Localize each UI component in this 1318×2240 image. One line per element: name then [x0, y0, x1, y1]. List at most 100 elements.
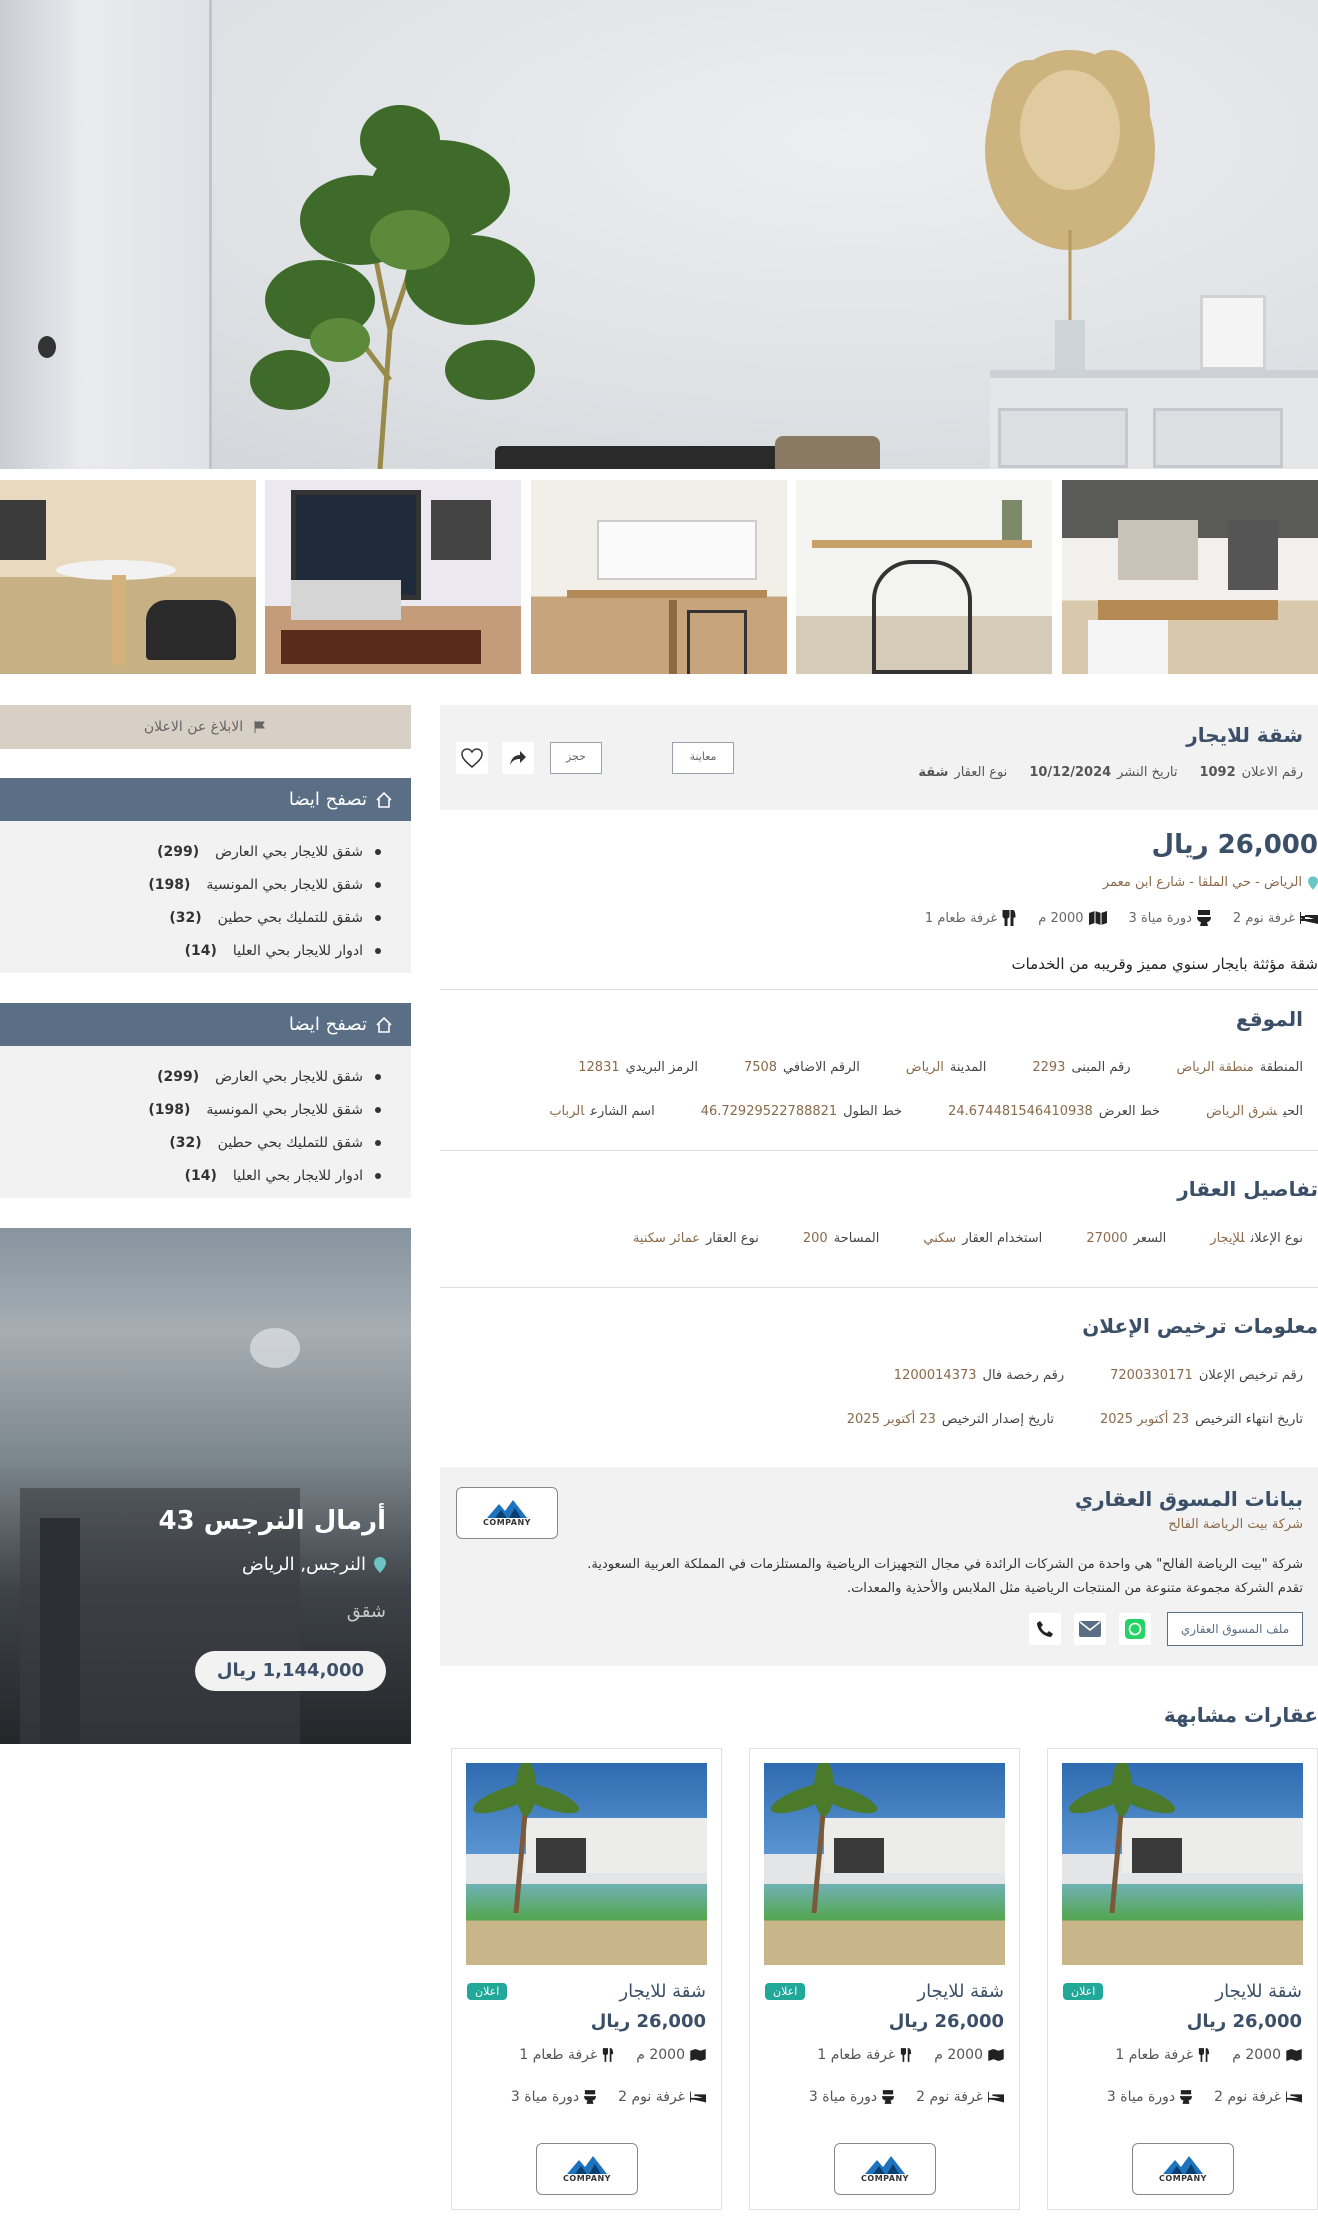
similar-card-price: 26,000 ريال: [888, 2011, 1004, 2032]
listing-header: شقة للايجار رقم الاعلان 1092 تاريخ النشر 1…: [440, 705, 1318, 810]
marketer-profile-button[interactable]: ملف المسوق العقاري: [1167, 1612, 1303, 1646]
utensils-icon: [1199, 2048, 1210, 2062]
marketer-description-2: تقدم الشركة مجموعة متنوعة من المنتجات ال…: [846, 1581, 1303, 1596]
whatsapp-icon: [1125, 1619, 1145, 1639]
feature-bathrooms: دورة مياة 3: [1129, 910, 1211, 926]
similar-card[interactable]: شقة للايجار اعلان 26,000 ريال 2000 م غرف…: [749, 1748, 1020, 2210]
toilet-icon: [584, 2090, 597, 2104]
company-logo: COMPANY: [536, 2143, 638, 2195]
similar-card-price: 26,000 ريال: [1186, 2011, 1302, 2032]
divider: [440, 1150, 1318, 1151]
thumbnail-5[interactable]: [0, 480, 256, 674]
similar-section-title: عقارات مشابهة: [1163, 1703, 1318, 1727]
browse-item[interactable]: شقق للايجار بحي المونسية (198): [0, 868, 381, 901]
company-logo: COMPANY: [1132, 2143, 1234, 2195]
listing-location: الرياض - حي الملقا - شارع ابن معمر: [1103, 875, 1318, 890]
listing-meta: رقم الاعلان 1092 تاريخ النشر 10/12/2024 نو…: [918, 765, 1303, 780]
similar-card-title: شقة للايجار: [619, 1981, 706, 2002]
palm-tree-decor: [472, 1763, 580, 1913]
similar-card-features-1: 2000 م غرفة طعام 1: [519, 2047, 706, 2063]
similar-card[interactable]: شقة للايجار اعلان 26,000 ريال 2000 م غرف…: [451, 1748, 722, 2210]
feature-dining: غرفة طعام 1: [925, 910, 1016, 926]
share-button[interactable]: [502, 742, 534, 774]
divider: [440, 989, 1318, 990]
location-pin-icon: [1308, 875, 1318, 890]
browse-item[interactable]: شقق للتمليك بحي حطين (32): [0, 901, 381, 934]
promo-title: أرمال النرجس 43: [158, 1506, 386, 1536]
main-photo[interactable]: [0, 0, 1318, 469]
browse-item[interactable]: شقق للتمليك بحي حطين (32): [0, 1126, 381, 1159]
map-icon: [1286, 2049, 1302, 2061]
similar-card-title: شقة للايجار: [1215, 1981, 1302, 2002]
similar-card-features-2: غرفة نوم 2 دورة مياة 3: [1107, 2089, 1302, 2105]
listing-description: شقة مؤثثة بايجار سنوي مميز وقريبه من الخ…: [1011, 955, 1318, 973]
location-section-title: الموقع: [1235, 1007, 1303, 1031]
thumbnail-4[interactable]: [265, 480, 521, 674]
browse-item[interactable]: شقق للايجار بحي العارض (299): [0, 835, 381, 868]
license-section-title: معلومات ترخيص الإعلان: [1082, 1314, 1318, 1338]
marketer-company: شركة بيت الرياضة الفالح: [1168, 1517, 1303, 1532]
browse-item[interactable]: شقق للايجار بحي العارض (299): [0, 1060, 381, 1093]
bed-icon: [988, 2091, 1004, 2103]
mountain-logo-icon: [865, 2155, 905, 2174]
utensils-icon: [603, 2048, 614, 2062]
toilet-icon: [882, 2090, 895, 2104]
listing-title: شقة للايجار: [1186, 723, 1303, 747]
toilet-icon: [1196, 910, 1211, 926]
thumbnail-3[interactable]: [531, 480, 787, 674]
report-ad-button[interactable]: الابلاغ عن الاعلان: [0, 705, 411, 749]
preview-button[interactable]: معاينة: [672, 742, 734, 774]
location-row-1: المنطقةمنطقة الرياض رقم المبنى2293 المدي…: [578, 1060, 1303, 1075]
similar-card-image[interactable]: [1062, 1763, 1303, 1965]
similar-card-image[interactable]: [764, 1763, 1005, 1965]
similar-card-features-2: غرفة نوم 2 دورة مياة 3: [511, 2089, 706, 2105]
map-icon: [1088, 911, 1107, 925]
toilet-icon: [1180, 2090, 1193, 2104]
thumbnail-2[interactable]: [796, 480, 1052, 674]
browse-title: تصفح ايضا: [288, 1014, 367, 1035]
dried-grass-decor: [985, 50, 1155, 375]
listing-features: غرفة نوم 2 دورة مياة 3 2000 م غرفة طعام …: [925, 910, 1318, 926]
mountain-logo-icon: [1163, 2155, 1203, 2174]
share-icon: [510, 751, 526, 765]
marketer-description-1: شركة "بيت الرياضة الفالح" هي واحدة من ال…: [587, 1557, 1303, 1572]
promo-location: النرجس, الرياض: [242, 1554, 386, 1575]
company-logo: COMPANY: [456, 1487, 558, 1539]
browse-list: شقق للايجار بحي العارض (299) شقق للايجار …: [0, 1046, 411, 1198]
bed-icon: [690, 2091, 706, 2103]
palm-tree-decor: [770, 1763, 878, 1913]
similar-card[interactable]: شقة للايجار اعلان 26,000 ريال 2000 م غرف…: [1047, 1748, 1318, 2210]
utensils-icon: [901, 2048, 912, 2062]
similar-card-features-2: غرفة نوم 2 دورة مياة 3: [809, 2089, 1004, 2105]
browse-header: تصفح ايضا: [0, 1003, 411, 1046]
location-row-2: الحيشرق الرياض خط العرض24.67448154641093…: [549, 1104, 1303, 1119]
favorite-button[interactable]: [456, 742, 488, 774]
book-button[interactable]: حجز: [550, 742, 602, 774]
phone-icon: [1037, 1621, 1053, 1637]
license-row-2: تاريخ انتهاء الترخيص23 أكتوبر 2025 تاريخ…: [846, 1412, 1303, 1427]
palm-tree-decor: [1068, 1763, 1176, 1913]
promo-type: شقق: [346, 1601, 386, 1622]
home-icon: [376, 1016, 392, 1033]
browse-title: تصفح ايضا: [288, 789, 367, 810]
email-button[interactable]: [1074, 1613, 1106, 1645]
promo-card[interactable]: أرمال النرجس 43 النرجس, الرياض شقق 1,144…: [0, 1228, 411, 1744]
similar-card-features-1: 2000 م غرفة طعام 1: [1115, 2047, 1302, 2063]
browse-item[interactable]: ادوار للايجار بحي العليا (14): [0, 1159, 381, 1192]
similar-card-title: شقة للايجار: [917, 1981, 1004, 2002]
browse-item[interactable]: شقق للايجار بحي المونسية (198): [0, 1093, 381, 1126]
browse-item[interactable]: ادوار للايجار بحي العليا (14): [0, 934, 381, 967]
dresser-decor: [990, 370, 1318, 469]
feature-area: 2000 م: [1038, 910, 1107, 926]
thumbnail-1[interactable]: [1062, 480, 1318, 674]
feature-bedrooms: غرفة نوم 2: [1233, 910, 1318, 926]
similar-card-features-1: 2000 م غرفة طعام 1: [817, 2047, 1004, 2063]
promo-price: 1,144,000 ريال: [194, 1651, 386, 1691]
location-pin-icon: [374, 1556, 386, 1573]
report-ad-label: الابلاغ عن الاعلان: [143, 719, 244, 735]
whatsapp-button[interactable]: [1119, 1613, 1151, 1645]
phone-button[interactable]: [1029, 1613, 1061, 1645]
similar-card-image[interactable]: [466, 1763, 707, 1965]
ad-badge: اعلان: [467, 1983, 508, 2000]
similar-card-price: 26,000 ريال: [590, 2011, 706, 2032]
